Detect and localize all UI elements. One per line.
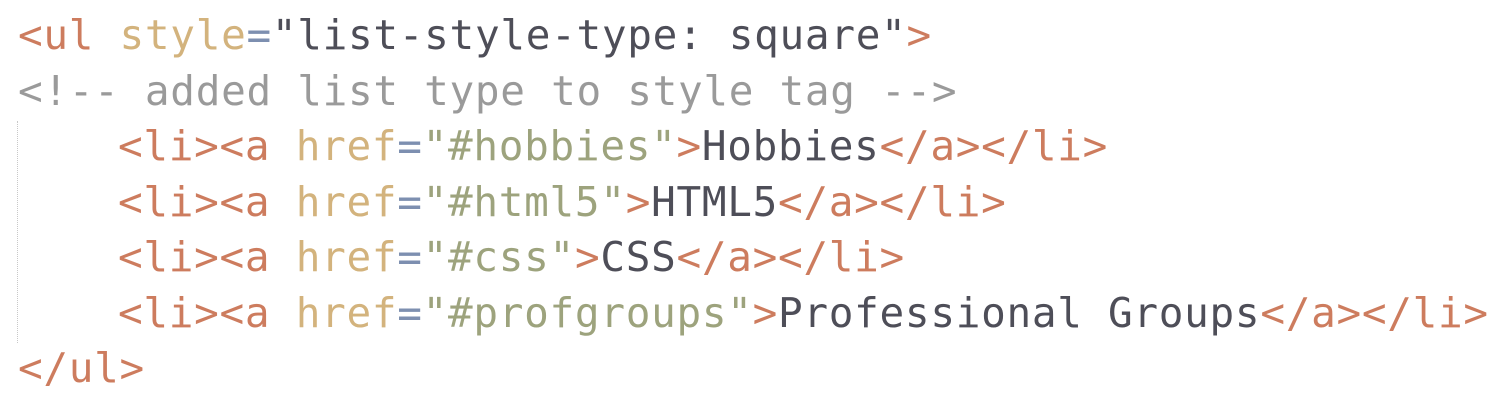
tag-bracket-close: > (752, 288, 779, 337)
tag-li-a-open: <li><a (118, 288, 271, 337)
equals-sign: = (397, 122, 423, 170)
html-comment: <!-- added list type to style tag --> (18, 66, 958, 115)
href-value: "#css" (422, 233, 575, 281)
attr-href: href (270, 122, 398, 170)
tag-a-li-close: </a></li> (676, 233, 905, 281)
equals-sign: = (397, 233, 423, 281)
code-line-ul-close: </ul> (18, 341, 1487, 397)
link-text: Hobbies (701, 122, 880, 170)
attr-href: href (270, 233, 398, 281)
equals-sign: = (397, 288, 423, 337)
tag-bracket-close: > (625, 177, 652, 226)
equals-sign: = (246, 11, 272, 59)
code-editor[interactable]: <ul style="list-style-type: square"> <!-… (0, 0, 1487, 405)
attr-href: href (270, 177, 398, 226)
attr-style: style (94, 11, 247, 59)
code-line-comment: <!-- added list type to style tag --> (18, 64, 1487, 120)
tag-li-a-open: <li><a (118, 233, 271, 281)
quote-open: " (271, 11, 298, 59)
link-text: HTML5 (651, 177, 779, 226)
href-value: "#hobbies" (422, 122, 677, 170)
code-line-li-css: <li><a href="#css">CSS</a></li> (18, 230, 1487, 286)
link-text: CSS (600, 233, 677, 281)
equals-sign: = (397, 177, 423, 226)
code-line-ul-open: <ul style="list-style-type: square"> (18, 8, 1487, 64)
style-value: list-style-type: square (297, 11, 882, 59)
attr-href: href (270, 288, 398, 337)
tag-bracket-close: > (676, 122, 702, 170)
tag-bracket-close: > (906, 11, 932, 59)
tag-li-a-open: <li><a (118, 177, 271, 226)
code-line-li-hobbies: <li><a href="#hobbies">Hobbies</a></li> (18, 119, 1487, 175)
quote-close: " (881, 11, 907, 59)
href-value: "#profgroups" (422, 288, 753, 337)
link-text: Professional Groups (778, 288, 1261, 337)
code-line-li-html5: <li><a href="#html5">HTML5</a></li> (18, 175, 1487, 231)
tag-a-li-close: </a></li> (1260, 288, 1487, 337)
tag-bracket-close: > (574, 233, 601, 281)
tag-a-li-close: </a></li> (879, 122, 1109, 170)
tag-ul-open: <ul (18, 11, 95, 59)
tag-a-li-close: </a></li> (778, 177, 1007, 226)
code-line-li-profgroups: <li><a href="#profgroups">Professional G… (18, 286, 1487, 342)
tag-li-a-open: <li><a (118, 122, 271, 170)
href-value: "#html5" (422, 177, 626, 226)
tag-ul-close: </ul> (18, 344, 145, 392)
